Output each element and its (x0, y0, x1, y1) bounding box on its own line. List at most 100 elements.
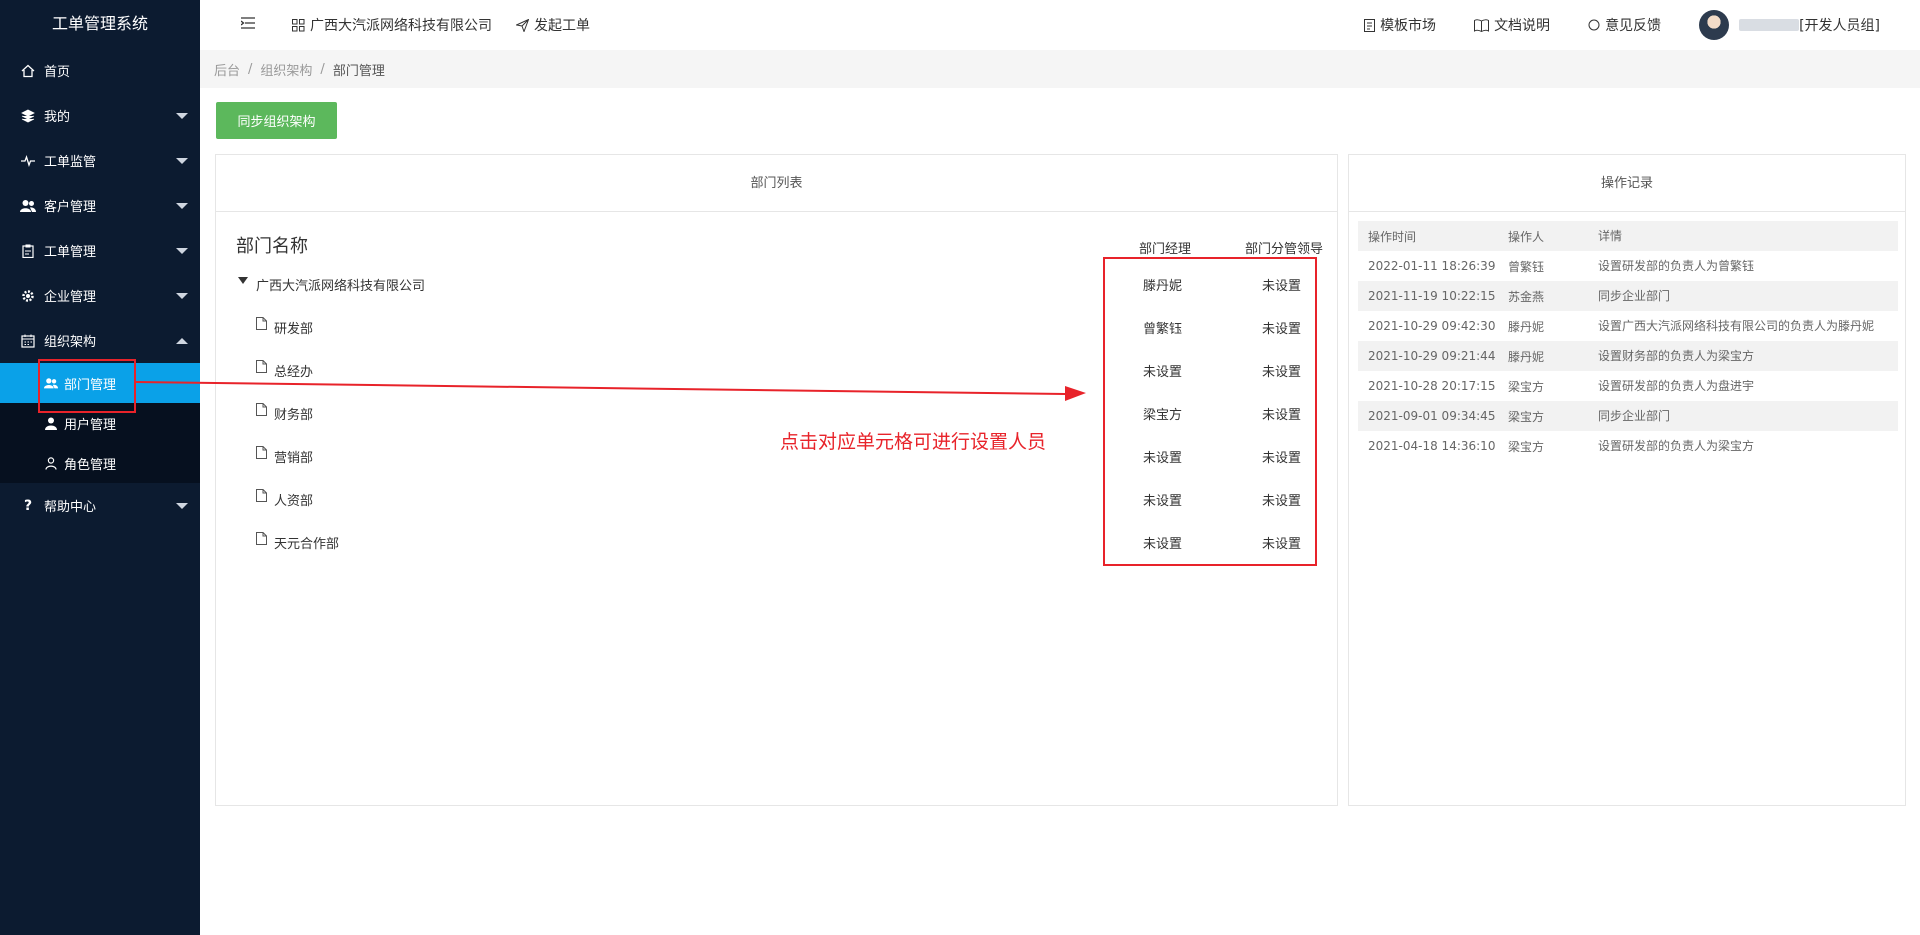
log-detail: 设置研发部的负责人为梁宝方 (1598, 439, 1755, 453)
calendar-icon (20, 333, 36, 349)
template-market-label: 模板市场 (1380, 18, 1437, 34)
department-name[interactable]: 人资部 (274, 490, 313, 509)
log-time: 2021-09-01 09:34:45 (1368, 409, 1496, 423)
log-time: 2021-04-18 14:36:10 (1368, 439, 1496, 453)
sidebar-item-label: 我的 (44, 110, 71, 125)
layers-icon (20, 108, 36, 124)
docs-label: 文档说明 (1494, 18, 1551, 34)
sidebar-item-label: 帮助中心 (44, 500, 97, 515)
column-header-name: 部门名称 (236, 236, 308, 257)
sidebar-item-customers[interactable]: 客户管理 (0, 183, 200, 228)
pulse-icon (20, 153, 36, 169)
department-name[interactable]: 天元合作部 (274, 533, 339, 552)
sidebar-item-label: 首页 (44, 65, 71, 80)
department-table-header: 部门名称 部门经理 部门分管领导 (236, 228, 1337, 258)
file-icon (256, 360, 267, 373)
file-icon (256, 532, 267, 545)
breadcrumb: 后台 / 组织架构 / 部门管理 (200, 50, 1920, 88)
sidebar-item-help[interactable]: ? 帮助中心 (0, 483, 200, 528)
panel-title: 部门列表 (216, 155, 1337, 212)
file-icon (256, 403, 267, 416)
expand-caret-icon[interactable] (238, 277, 248, 284)
chevron-down-icon (176, 112, 188, 119)
annotation-text: 点击对应单元格可进行设置人员 (780, 431, 1047, 453)
highlight-box-cells (1103, 257, 1317, 566)
sync-org-button[interactable]: 同步组织架构 (216, 102, 337, 139)
grid-icon (292, 18, 305, 32)
department-name[interactable]: 研发部 (274, 318, 313, 337)
top-header: 广西大汽派网络科技有限公司 发起工单 模板市场 文档说明 意见反馈 [开发人员组… (200, 0, 1920, 50)
log-user: 梁宝方 (1508, 379, 1545, 394)
document-icon (1364, 18, 1376, 32)
sidebar-item-label: 企业管理 (44, 290, 97, 305)
column-header-user: 操作人 (1508, 229, 1545, 244)
department-name[interactable]: 财务部 (274, 404, 313, 423)
send-icon (516, 18, 529, 32)
table-row: 2021-04-18 14:36:10 梁宝方 设置研发部的负责人为梁宝方 (1358, 431, 1898, 461)
users-icon (20, 198, 36, 214)
log-user: 滕丹妮 (1508, 349, 1545, 364)
column-header-leader: 部门分管领导 (1245, 242, 1324, 257)
log-detail: 同步企业部门 (1598, 409, 1671, 423)
circle-icon (1588, 19, 1600, 31)
table-row: 2022-01-11 18:26:39 曾繁钰 设置研发部的负责人为曾繁钰 (1358, 251, 1898, 281)
log-table-header: 操作时间 操作人 详情 (1358, 221, 1898, 251)
breadcrumb-separator: / (248, 61, 253, 77)
column-header-time: 操作时间 (1368, 229, 1417, 244)
home-icon (20, 63, 36, 79)
log-detail: 同步企业部门 (1598, 289, 1671, 303)
highlight-box-department-menu (38, 359, 136, 413)
avatar[interactable] (1699, 10, 1730, 40)
create-order-label: 发起工单 (534, 18, 590, 34)
user-outline-icon (44, 456, 58, 470)
sidebar-item-order-manage[interactable]: 工单管理 (0, 228, 200, 273)
log-time: 2021-10-29 09:21:44 (1368, 349, 1496, 363)
app-title: 工单管理系统 (51, 14, 148, 33)
user-group[interactable]: [开发人员组] (1799, 15, 1880, 35)
chevron-down-icon (176, 292, 188, 299)
template-market-link[interactable]: 模板市场 (1364, 15, 1436, 35)
log-user: 梁宝方 (1508, 409, 1545, 424)
log-user: 曾繁钰 (1508, 259, 1545, 274)
sidebar-item-roles[interactable]: 角色管理 (0, 443, 200, 483)
company-name: 广西大汽派网络科技有限公司 (310, 18, 492, 34)
department-name[interactable]: 营销部 (274, 447, 313, 466)
breadcrumb-item[interactable]: 组织架构 (260, 60, 312, 79)
sidebar-item-home[interactable]: 首页 (0, 48, 200, 93)
chevron-down-icon (176, 247, 188, 254)
sidebar-item-label: 客户管理 (44, 200, 97, 215)
file-icon (256, 489, 267, 502)
sidebar-item-label: 角色管理 (64, 457, 117, 473)
department-name[interactable]: 总经办 (274, 361, 313, 380)
log-table: 操作时间 操作人 详情 2022-01-11 18:26:39 曾繁钰 设置研发… (1358, 221, 1898, 461)
feedback-link[interactable]: 意见反馈 (1588, 15, 1661, 35)
log-user: 苏金燕 (1508, 289, 1545, 304)
log-time: 2021-10-28 20:17:15 (1368, 379, 1496, 393)
username-redacted (1739, 19, 1800, 31)
sidebar-item-enterprise[interactable]: 企业管理 (0, 273, 200, 318)
chevron-down-icon (176, 157, 188, 164)
log-detail: 设置研发部的负责人为曾繁钰 (1598, 259, 1755, 273)
breadcrumb-separator: / (320, 61, 325, 77)
log-detail: 设置广西大汽派网络科技有限公司的负责人为滕丹妮 (1598, 319, 1875, 333)
feedback-label: 意见反馈 (1605, 18, 1662, 34)
chevron-down-icon (176, 502, 188, 509)
department-name[interactable]: 广西大汽派网络科技有限公司 (256, 275, 425, 294)
chevron-down-icon (176, 202, 188, 209)
menu-icon (240, 17, 255, 33)
sidebar: 工单管理系统 首页 我的 工单监管 客户管理 工单管理 企业管理 组织架构 部门… (0, 0, 200, 935)
question-icon: ? (23, 497, 33, 514)
sidebar-item-mine[interactable]: 我的 (0, 93, 200, 138)
log-user: 梁宝方 (1508, 439, 1545, 454)
sidebar-item-order-monitor[interactable]: 工单监管 (0, 138, 200, 183)
docs-link[interactable]: 文档说明 (1474, 15, 1550, 35)
breadcrumb-item[interactable]: 后台 (214, 60, 240, 79)
log-time: 2022-01-11 18:26:39 (1368, 259, 1496, 273)
menu-toggle-button[interactable] (228, 0, 268, 50)
sidebar-item-org[interactable]: 组织架构 (0, 318, 200, 363)
company-switch[interactable]: 广西大汽派网络科技有限公司 (292, 15, 492, 35)
header-right: 模板市场 文档说明 意见反馈 [开发人员组] (1326, 10, 1920, 40)
create-order-link[interactable]: 发起工单 (516, 15, 590, 35)
column-header-detail: 详情 (1598, 229, 1623, 243)
log-time: 2021-11-19 10:22:15 (1368, 289, 1496, 303)
